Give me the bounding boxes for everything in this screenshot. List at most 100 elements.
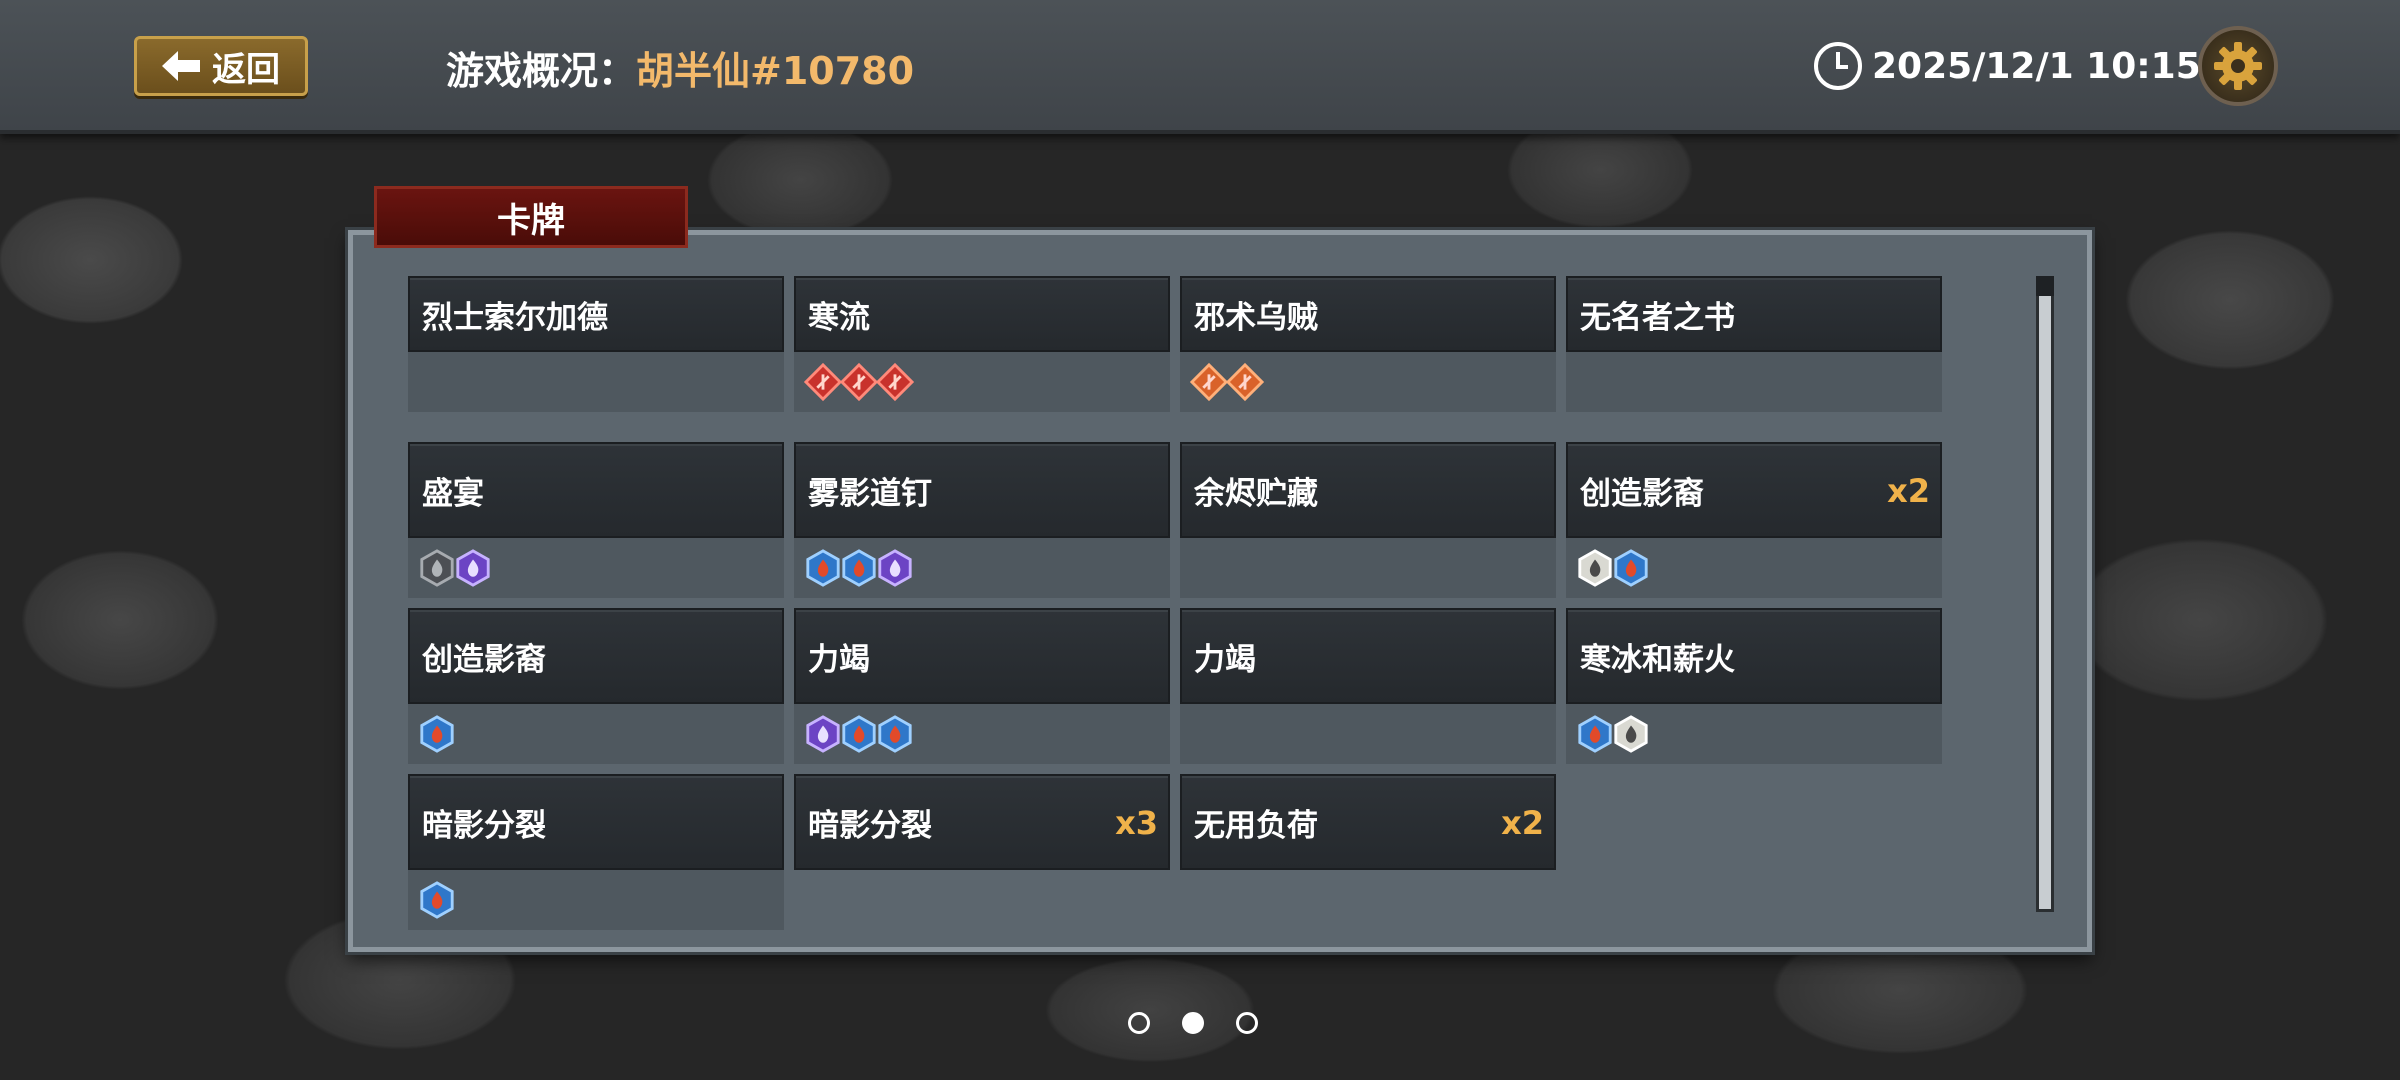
blue-hex-icon xyxy=(878,715,912,753)
blue-hex-icon xyxy=(1614,549,1648,587)
blue-hex-icon xyxy=(842,549,876,587)
card-header: 暗影分裂 xyxy=(408,774,784,870)
card-item[interactable]: 无名者之书 xyxy=(1566,276,1942,438)
card-tags xyxy=(794,352,1170,412)
back-label: 返回 xyxy=(212,49,280,90)
card-name: 创造影裔 xyxy=(422,641,546,678)
card-tags xyxy=(408,870,784,930)
card-item[interactable]: 创造影裔 x2 xyxy=(1566,442,1942,604)
tab-cards-label: 卡牌 xyxy=(497,200,565,241)
card-name: 雾影道钉 xyxy=(808,475,932,512)
title-label: 游戏概况： xyxy=(446,49,637,93)
card-header: 力竭 xyxy=(1180,608,1556,704)
red-diamond-icon xyxy=(804,362,842,402)
blue-hex-icon xyxy=(1578,715,1612,753)
card-name: 无用负荷 xyxy=(1194,807,1318,844)
gear-icon xyxy=(2214,42,2262,90)
settings-button[interactable] xyxy=(2198,26,2278,106)
orange-diamond-icon xyxy=(1226,362,1264,402)
card-item[interactable]: 邪术乌贼 xyxy=(1180,276,1556,438)
card-header: 寒冰和薪火 xyxy=(1566,608,1942,704)
card-tags xyxy=(408,538,784,598)
card-tags xyxy=(1566,704,1942,764)
page-indicator xyxy=(1128,1012,1258,1034)
page-title: 游戏概况： 胡半仙#10780 xyxy=(446,40,914,95)
card-name: 寒流 xyxy=(808,300,870,336)
card-name: 无名者之书 xyxy=(1580,300,1735,336)
card-tags xyxy=(408,352,784,412)
scrollbar[interactable] xyxy=(2036,278,2054,912)
white-hex-icon xyxy=(1614,715,1648,753)
card-item[interactable]: 寒流 xyxy=(794,276,1170,438)
tab-cards[interactable]: 卡牌 xyxy=(374,186,688,248)
card-header: 余烬贮藏 xyxy=(1180,442,1556,538)
card-grid: 烈士索尔加德 寒流 邪术乌贼 无名者之书 盛宴 雾影道钉 余烬贮藏 创造影裔 x2 创造影裔 力竭力… xyxy=(408,276,1948,940)
card-header: 烈士索尔加德 xyxy=(408,276,784,352)
card-header: 邪术乌贼 xyxy=(1180,276,1556,352)
card-name: 余烬贮藏 xyxy=(1194,475,1318,512)
card-name: 暗影分裂 xyxy=(808,807,932,844)
card-name: 创造影裔 xyxy=(1580,475,1704,512)
card-item[interactable]: 烈士索尔加德 xyxy=(408,276,784,438)
card-tags xyxy=(1180,352,1556,412)
card-header: 创造影裔 xyxy=(408,608,784,704)
purple-hex-icon xyxy=(878,549,912,587)
card-item[interactable]: 力竭 xyxy=(1180,608,1556,770)
back-button[interactable]: 返回 xyxy=(134,36,308,96)
card-item[interactable]: 力竭 xyxy=(794,608,1170,770)
blue-hex-icon xyxy=(806,549,840,587)
card-header: 雾影道钉 xyxy=(794,442,1170,538)
white-hex-icon xyxy=(1578,549,1612,587)
card-item[interactable]: 盛宴 xyxy=(408,442,784,604)
card-tags xyxy=(408,704,784,764)
page-dot-2[interactable] xyxy=(1182,1012,1204,1034)
card-item[interactable]: 暗影分裂 xyxy=(408,774,784,936)
card-item[interactable]: 余烬贮藏 xyxy=(1180,442,1556,604)
card-name: 烈士索尔加德 xyxy=(422,300,608,336)
card-count: x2 xyxy=(1887,472,1930,510)
card-tags xyxy=(794,538,1170,598)
card-header: 无用负荷 x2 xyxy=(1180,774,1556,870)
card-tags xyxy=(1180,538,1556,598)
card-header: 盛宴 xyxy=(408,442,784,538)
card-header: 无名者之书 xyxy=(1566,276,1942,352)
card-tags xyxy=(1566,538,1942,598)
blue-hex-icon xyxy=(420,715,454,753)
card-name: 寒冰和薪火 xyxy=(1580,641,1735,678)
purple-hex-icon xyxy=(806,715,840,753)
card-name: 盛宴 xyxy=(422,475,484,512)
blue-hex-icon xyxy=(420,881,454,919)
player-name: 胡半仙#10780 xyxy=(636,49,915,93)
card-count: x2 xyxy=(1501,804,1544,842)
card-header: 寒流 xyxy=(794,276,1170,352)
card-name: 力竭 xyxy=(1194,641,1256,678)
card-name: 暗影分裂 xyxy=(422,807,546,844)
blue-hex-icon xyxy=(842,715,876,753)
card-item[interactable]: 寒冰和薪火 xyxy=(1566,608,1942,770)
gray-hex-icon xyxy=(420,549,454,587)
scrollbar-thumb[interactable] xyxy=(2036,276,2054,296)
card-tags xyxy=(1566,352,1942,412)
card-tags xyxy=(794,704,1170,764)
card-item[interactable]: 雾影道钉 xyxy=(794,442,1170,604)
red-diamond-icon xyxy=(840,362,878,402)
clock-icon xyxy=(1814,42,1862,90)
card-item[interactable]: 无用负荷 x2 xyxy=(1180,774,1556,936)
arrow-left-icon xyxy=(162,51,200,81)
orange-diamond-icon xyxy=(1190,362,1228,402)
card-header: 暗影分裂 x3 xyxy=(794,774,1170,870)
page-dot-1[interactable] xyxy=(1128,1012,1150,1034)
card-header: 力竭 xyxy=(794,608,1170,704)
page-dot-3[interactable] xyxy=(1236,1012,1258,1034)
datetime-display: 2025/12/1 10:15 xyxy=(1812,40,2201,92)
card-count: x3 xyxy=(1115,804,1158,842)
card-name: 力竭 xyxy=(808,641,870,678)
card-item[interactable]: 暗影分裂 x3 xyxy=(794,774,1170,936)
card-name: 邪术乌贼 xyxy=(1194,300,1318,336)
card-tags xyxy=(1180,704,1556,764)
card-header: 创造影裔 x2 xyxy=(1566,442,1942,538)
red-diamond-icon xyxy=(876,362,914,402)
datetime-text: 2025/12/1 10:15 xyxy=(1872,45,2201,87)
purple-hex-icon xyxy=(456,549,490,587)
card-item[interactable]: 创造影裔 xyxy=(408,608,784,770)
